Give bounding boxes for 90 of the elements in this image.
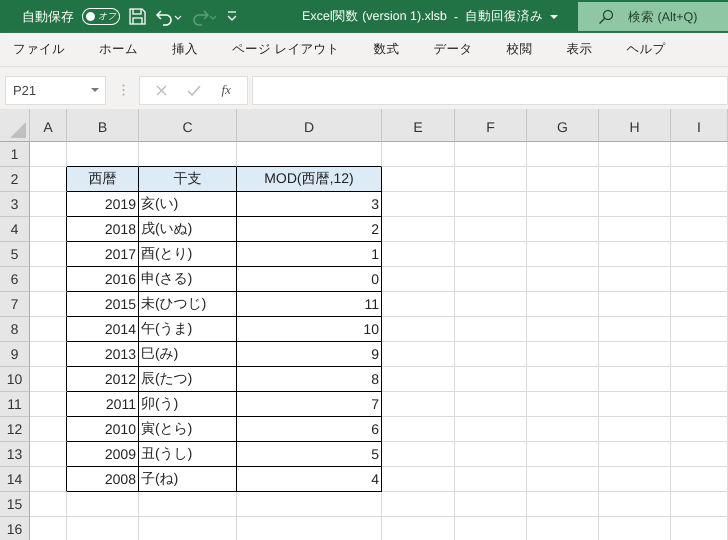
table-cell: 2008: [67, 467, 139, 492]
header-cell: 西暦: [67, 167, 139, 192]
ribbon-tab[interactable]: 数式: [364, 35, 408, 64]
table-cell: 寅(とら): [139, 417, 237, 442]
table-cell: 2018: [67, 217, 139, 242]
cancel-icon[interactable]: [156, 84, 168, 96]
title-separator: -: [454, 10, 458, 24]
name-box[interactable]: P21: [5, 76, 106, 104]
row-header[interactable]: 8: [0, 317, 30, 342]
autosave-label: 自動保存: [22, 8, 74, 26]
table-cell: 3: [237, 192, 382, 217]
table-cell: 5: [237, 442, 382, 467]
table-cell: 申(さる): [139, 267, 237, 292]
row-header[interactable]: 11: [0, 392, 30, 417]
ribbon-tab[interactable]: ホーム: [90, 35, 147, 64]
column-header[interactable]: I: [671, 109, 728, 142]
table-cell: 2019: [67, 192, 139, 217]
table-cell: 2010: [67, 417, 139, 442]
table-cell: 0: [237, 267, 382, 292]
row-header[interactable]: 10: [0, 367, 30, 392]
table-cell: 2011: [67, 392, 139, 417]
table-cell: 1: [237, 242, 382, 267]
search-icon: [598, 9, 614, 25]
file-name: Excel関数 (version 1).xlsb: [302, 8, 447, 25]
column-header[interactable]: E: [382, 109, 455, 142]
header-cell: 干支: [139, 167, 237, 192]
ribbon-tab[interactable]: ページ レイアウト: [223, 35, 348, 64]
row-header[interactable]: 9: [0, 342, 30, 367]
table-cell: 戌(いぬ): [139, 217, 237, 242]
row-header[interactable]: 16: [0, 517, 30, 540]
enter-icon[interactable]: [187, 84, 202, 96]
formula-field[interactable]: [252, 76, 728, 104]
row-header[interactable]: 2: [0, 167, 30, 192]
save-icon[interactable]: [128, 7, 147, 26]
table-cell: 巳(み): [139, 342, 237, 367]
ribbon-tab[interactable]: 挿入: [163, 35, 207, 64]
search-field[interactable]: 検索 (Alt+Q): [578, 2, 728, 31]
table-cell: 9: [237, 342, 382, 367]
row-header[interactable]: 13: [0, 442, 30, 467]
insert-function-button[interactable]: fx: [222, 82, 231, 98]
row-header[interactable]: 7: [0, 292, 30, 317]
ribbon-tab[interactable]: 校閲: [497, 35, 542, 64]
table-cell: 未(ひつじ): [139, 292, 237, 317]
column-header[interactable]: H: [599, 109, 671, 142]
autosave-toggle[interactable]: オフ: [82, 8, 120, 25]
table-cell: 6: [237, 417, 382, 442]
save-status: 自動回復済み: [465, 8, 544, 25]
column-header[interactable]: G: [527, 109, 599, 142]
table-cell: 2009: [67, 442, 139, 467]
row-header[interactable]: 12: [0, 417, 30, 442]
table-cell: 8: [237, 367, 382, 392]
table-cell: 辰(たつ): [139, 367, 237, 392]
dropdown-icon[interactable]: [550, 14, 558, 20]
row-header[interactable]: 4: [0, 217, 30, 242]
table-cell: 子(ね): [139, 467, 237, 492]
table-cell: 亥(い): [139, 192, 237, 217]
ribbon-tab[interactable]: ヘルプ: [617, 35, 674, 64]
table-cell: 7: [237, 392, 382, 417]
table-cell: 2014: [67, 317, 139, 342]
table-cell: 2015: [67, 292, 139, 317]
table-cell: 2: [237, 217, 382, 242]
column-header[interactable]: D: [237, 109, 382, 142]
table-cell: 11: [237, 292, 382, 317]
select-all-icon[interactable]: [10, 122, 26, 138]
header-cell: MOD(西暦,12): [237, 167, 382, 192]
table-cell: 午(うま): [139, 317, 237, 342]
table-cell: 酉(とり): [139, 242, 237, 267]
table-cell: 卯(う): [139, 392, 237, 417]
grip-icon: [122, 84, 125, 96]
row-header[interactable]: 5: [0, 242, 30, 267]
column-header[interactable]: A: [30, 109, 67, 142]
row-header[interactable]: 1: [0, 142, 30, 167]
table-cell: 2012: [67, 367, 139, 392]
ribbon-tab[interactable]: ファイル: [4, 35, 74, 64]
table-cell: 10: [237, 317, 382, 342]
column-header[interactable]: C: [139, 109, 237, 142]
table-cell: 4: [237, 467, 382, 492]
table-cell: 2017: [67, 242, 139, 267]
ribbon-tab[interactable]: 表示: [557, 35, 602, 64]
row-header[interactable]: 14: [0, 467, 30, 492]
table-cell: 2013: [67, 342, 139, 367]
table-cell: 丑(うし): [139, 442, 237, 467]
ribbon-tab[interactable]: データ: [424, 35, 482, 64]
row-header[interactable]: 15: [0, 492, 30, 517]
row-header[interactable]: 3: [0, 192, 30, 217]
column-header[interactable]: B: [67, 109, 139, 142]
column-header[interactable]: F: [455, 109, 527, 142]
table-cell: 2016: [67, 267, 139, 292]
row-header[interactable]: 6: [0, 267, 30, 292]
dropdown-icon[interactable]: [91, 88, 99, 92]
